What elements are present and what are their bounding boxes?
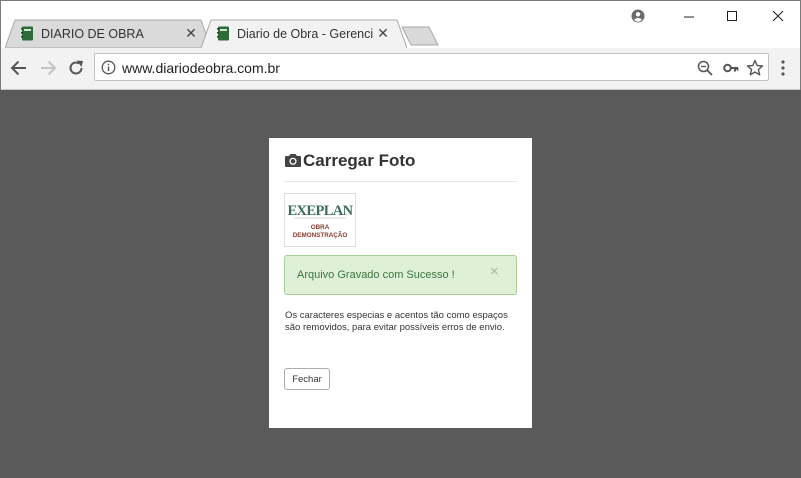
browser-window: DIARIO DE OBRA ✕ Diario de Obra - Gerenc…: [0, 0, 801, 90]
key-icon[interactable]: [722, 59, 740, 77]
account-icon[interactable]: [628, 7, 648, 27]
minimize-icon[interactable]: [679, 7, 699, 27]
url-text[interactable]: www.diariodeobra.com.br: [122, 60, 280, 76]
notebook-icon: [21, 26, 33, 41]
tab-close-icon[interactable]: ✕: [375, 25, 391, 41]
address-bar[interactable]: www.diariodeobra.com.br: [94, 53, 769, 81]
star-icon[interactable]: [746, 59, 764, 77]
svg-text:DEMONSTRAÇÃO: DEMONSTRAÇÃO: [293, 230, 348, 239]
tab-title: DIARIO DE OBRA: [41, 27, 144, 41]
maximize-icon[interactable]: [722, 7, 742, 27]
alert-close-icon[interactable]: ×: [490, 264, 499, 280]
tab-close-icon[interactable]: ✕: [183, 25, 199, 41]
tab-diario-de-obra[interactable]: DIARIO DE OBRA ✕: [5, 19, 211, 48]
tab-title: Diario de Obra - Gerenciamento: [237, 27, 373, 41]
close-button[interactable]: Fechar: [284, 368, 330, 390]
reload-icon[interactable]: [66, 58, 86, 78]
modal-title: Carregar Foto: [303, 151, 416, 170]
arrow-right-icon[interactable]: [38, 58, 58, 78]
kebab-menu-icon[interactable]: [775, 58, 791, 78]
upload-note: Os caracteres especias e acentos tão com…: [285, 310, 508, 333]
camera-icon: [285, 154, 301, 167]
arrow-left-icon[interactable]: [9, 58, 29, 78]
tab-diario-de-obra-gerenciamento[interactable]: Diario de Obra - Gerenciamento ✕: [201, 19, 407, 48]
tab-strip: DIARIO DE OBRA ✕ Diario de Obra - Gerenc…: [1, 1, 800, 48]
notebook-icon: [217, 26, 229, 41]
svg-text:EXEPLAN: EXEPLAN: [287, 203, 353, 219]
new-tab-button[interactable]: [401, 26, 439, 46]
upload-photo-modal: Carregar Foto EXEPLAN OBRA DEMONSTRAÇÃO …: [269, 138, 532, 428]
modal-header: Carregar Foto: [284, 151, 517, 182]
browser-toolbar: www.diariodeobra.com.br: [1, 48, 800, 90]
svg-text:OBRA: OBRA: [311, 224, 330, 231]
zoom-out-icon[interactable]: [696, 59, 714, 77]
success-alert: Arquivo Gravado com Sucesso ! ×: [284, 255, 517, 295]
exeplan-logo: EXEPLAN OBRA DEMONSTRAÇÃO: [287, 203, 354, 239]
alert-message: Arquivo Gravado com Sucesso !: [297, 269, 455, 281]
info-icon[interactable]: [101, 60, 116, 75]
close-window-icon[interactable]: [768, 7, 788, 27]
uploaded-photo-thumbnail: EXEPLAN OBRA DEMONSTRAÇÃO: [284, 193, 356, 247]
